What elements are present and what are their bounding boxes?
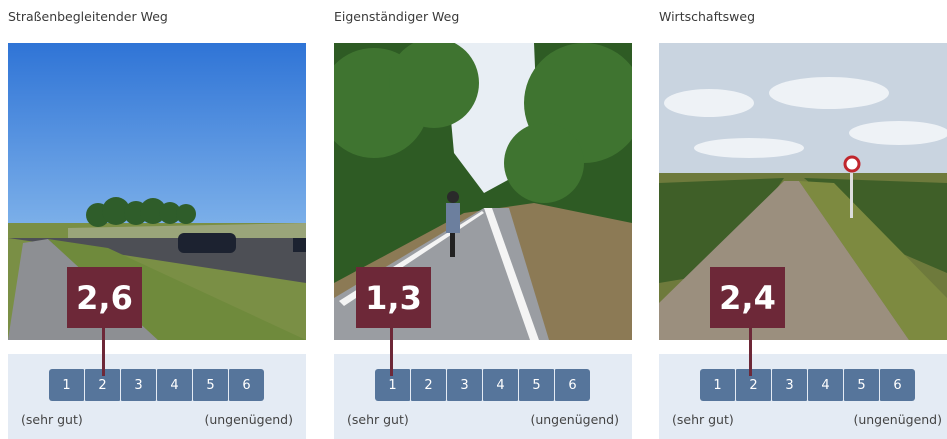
- grade-scale: 1 2 3 4 5 6 (sehr gut) (ungenügend): [8, 354, 306, 439]
- score-pointer: [102, 328, 105, 376]
- label-best: (sehr gut): [347, 412, 409, 427]
- grade-6: 6: [229, 369, 264, 401]
- label-best: (sehr gut): [672, 412, 734, 427]
- score-badge: 2,6: [67, 267, 142, 328]
- farm-track-photo: [659, 43, 947, 340]
- grade-cells: 1 2 3 4 5 6: [700, 369, 915, 401]
- card-title: Straßenbegleitender Weg: [8, 9, 168, 24]
- score-badge: 2,4: [710, 267, 785, 328]
- grade-6: 6: [555, 369, 590, 401]
- grade-5: 5: [519, 369, 554, 401]
- grade-2: 2: [736, 369, 771, 401]
- card-title: Wirtschaftsweg: [659, 9, 756, 24]
- score-pointer: [749, 328, 752, 376]
- label-worst: (ungenügend): [853, 412, 942, 427]
- grade-scale: 1 2 3 4 5 6 (sehr gut) (ungenügend): [659, 354, 947, 439]
- grade-3: 3: [447, 369, 482, 401]
- grade-4: 4: [157, 369, 192, 401]
- label-worst: (ungenügend): [530, 412, 619, 427]
- grade-5: 5: [193, 369, 228, 401]
- grade-5: 5: [844, 369, 879, 401]
- grade-2: 2: [411, 369, 446, 401]
- card-title: Eigenständiger Weg: [334, 9, 460, 24]
- grade-cells: 1 2 3 4 5 6: [49, 369, 264, 401]
- label-best: (sehr gut): [21, 412, 83, 427]
- grade-1: 1: [49, 369, 84, 401]
- grade-1: 1: [700, 369, 735, 401]
- rating-card-independent-path: Eigenständiger Weg 1 2 3 4 5 6 (sehr gut…: [334, 0, 632, 439]
- grade-3: 3: [772, 369, 807, 401]
- label-worst: (ungenügend): [204, 412, 293, 427]
- roadside-path-photo: [8, 43, 306, 340]
- grade-4: 4: [808, 369, 843, 401]
- grade-scale: 1 2 3 4 5 6 (sehr gut) (ungenügend): [334, 354, 632, 439]
- grade-cells: 1 2 3 4 5 6: [375, 369, 590, 401]
- rating-card-farm-track: Wirtschaftsweg 1 2 3 4 5 6 (sehr gut) (u…: [659, 0, 947, 439]
- score-pointer: [390, 328, 393, 376]
- grade-6: 6: [880, 369, 915, 401]
- score-badge: 1,3: [356, 267, 431, 328]
- grade-3: 3: [121, 369, 156, 401]
- rating-card-roadside-path: Straßenbegleitender Weg 1 2 3 4 5 6 (seh…: [8, 0, 306, 439]
- grade-4: 4: [483, 369, 518, 401]
